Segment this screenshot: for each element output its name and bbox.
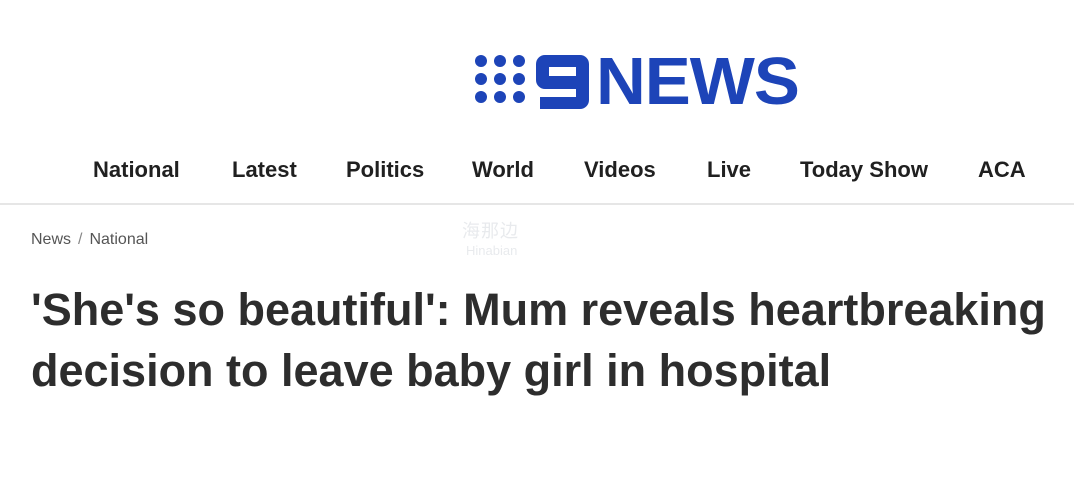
nav-item-live[interactable]: Live bbox=[707, 152, 751, 188]
nav-item-latest[interactable]: Latest bbox=[232, 152, 297, 188]
nav-item-national[interactable]: National bbox=[93, 152, 180, 188]
breadcrumb: News / National bbox=[31, 231, 148, 249]
watermark-latin: Hinabian bbox=[466, 243, 518, 258]
nav-item-world[interactable]: World bbox=[472, 152, 534, 188]
nav-item-politics[interactable]: Politics bbox=[346, 152, 424, 188]
breadcrumb-national[interactable]: National bbox=[89, 231, 148, 249]
breadcrumb-news[interactable]: News bbox=[31, 231, 71, 249]
watermark: 海那边 Hinabian bbox=[462, 217, 519, 258]
nav-item-videos[interactable]: Videos bbox=[584, 152, 656, 188]
nav-item-today-show[interactable]: Today Show bbox=[800, 152, 928, 188]
site-header: NEWS National Latest Politics World Vide… bbox=[0, 0, 1074, 205]
nine-dots-icon bbox=[472, 52, 594, 112]
logo-wordmark: NEWS bbox=[596, 44, 800, 119]
main-navigation: National Latest Politics World Videos Li… bbox=[0, 152, 1074, 192]
nav-item-aca[interactable]: ACA bbox=[978, 152, 1026, 188]
breadcrumb-separator: / bbox=[78, 231, 83, 248]
nine-news-logo[interactable]: NEWS bbox=[472, 48, 800, 115]
watermark-chinese: 海那边 bbox=[462, 221, 519, 242]
article-headline: 'She's so beautiful': Mum reveals heartb… bbox=[31, 284, 1046, 396]
